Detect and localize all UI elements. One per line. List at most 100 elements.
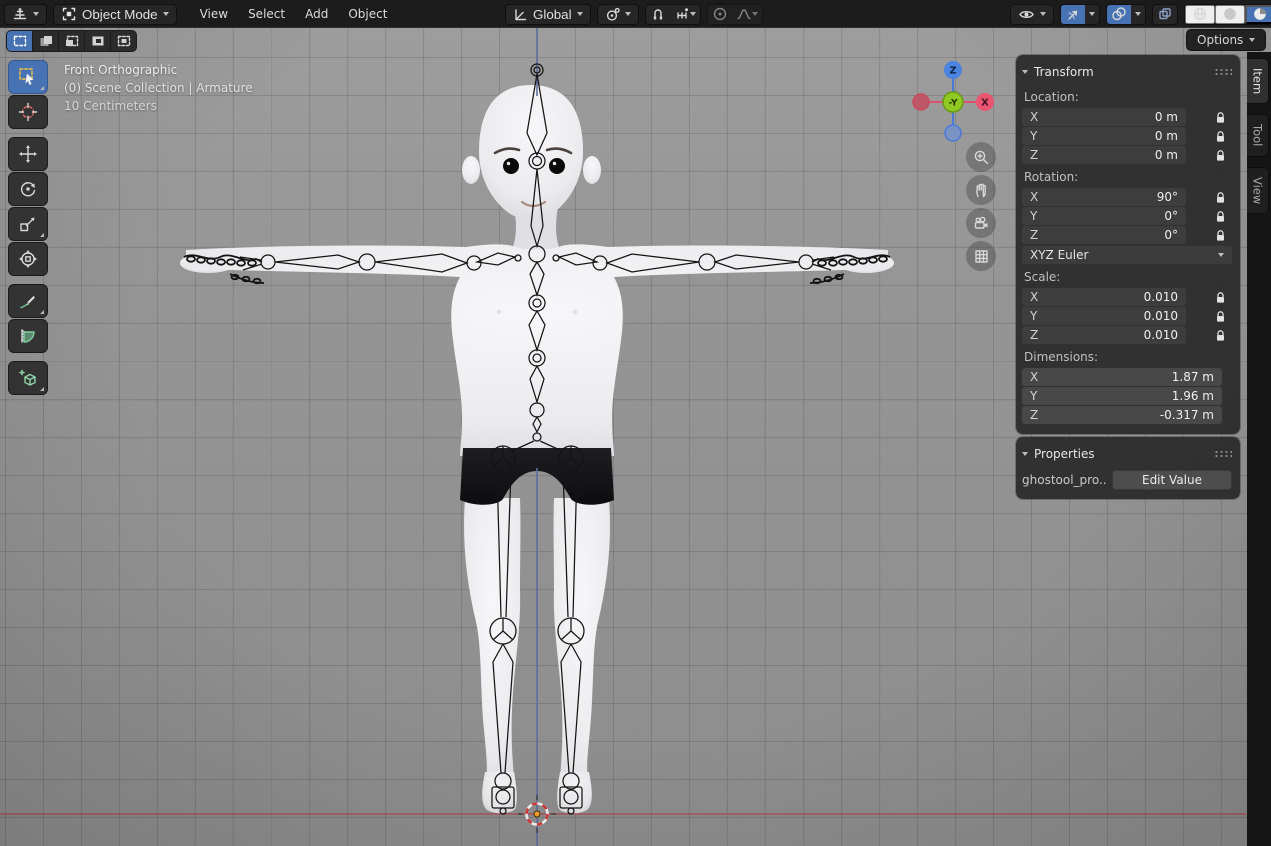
menu-add[interactable]: Add <box>296 4 337 24</box>
snap-settings-dropdown[interactable] <box>670 5 700 24</box>
shading-solid-button[interactable] <box>1215 5 1245 24</box>
pan-button[interactable] <box>966 175 996 205</box>
properties-panel-header[interactable]: Properties <box>1022 442 1232 466</box>
shading-material-button[interactable] <box>1245 5 1271 24</box>
select-set-icon <box>13 35 27 47</box>
rotation-x-field[interactable]: X 90° <box>1022 188 1186 206</box>
tool-add-cube[interactable] <box>8 361 48 395</box>
select-invert-icon <box>91 35 105 47</box>
tab-view[interactable]: View <box>1247 167 1269 214</box>
orientation-label: Global <box>533 7 572 22</box>
show-overlays-toggle[interactable] <box>1107 5 1131 24</box>
proportional-falloff-dropdown[interactable] <box>732 5 762 24</box>
toggle-perspective-button[interactable] <box>966 241 996 271</box>
tool-annotate[interactable] <box>8 284 48 318</box>
dimensions-y-field[interactable]: Y 1.96 m <box>1022 387 1222 405</box>
shading-mode-group <box>1184 4 1271 25</box>
lock-scale-z-button[interactable] <box>1215 329 1226 342</box>
options-dropdown[interactable]: Options <box>1186 29 1266 51</box>
overlays-group <box>1106 4 1146 25</box>
dimensions-x-field[interactable]: X 1.87 m <box>1022 368 1222 386</box>
tool-rotate[interactable] <box>8 172 48 206</box>
lock-scale-y-button[interactable] <box>1215 310 1226 323</box>
menu-view[interactable]: View <box>191 4 237 24</box>
chevron-down-icon <box>625 12 631 16</box>
lock-location-z-button[interactable] <box>1215 149 1226 162</box>
select-mode-set-button[interactable] <box>7 31 32 51</box>
lock-icon <box>1215 191 1226 204</box>
tool-measure[interactable] <box>8 319 48 353</box>
xray-toggle[interactable] <box>1152 4 1178 25</box>
editor-type-button[interactable] <box>4 4 47 25</box>
lock-location-x-button[interactable] <box>1215 111 1226 124</box>
tool-transform[interactable] <box>8 242 48 276</box>
chevron-down-icon <box>690 12 696 16</box>
tool-cursor[interactable] <box>8 95 48 129</box>
location-x-field[interactable]: X 0 m <box>1022 108 1186 126</box>
rotation-x-row: X 90° <box>1022 188 1232 206</box>
lock-scale-x-button[interactable] <box>1215 291 1226 304</box>
rotation-z-field[interactable]: Z 0° <box>1022 226 1186 244</box>
menu-select[interactable]: Select <box>239 4 294 24</box>
lock-rotation-z-button[interactable] <box>1215 229 1226 242</box>
location-z-field[interactable]: Z 0 m <box>1022 146 1186 164</box>
lock-rotation-y-button[interactable] <box>1215 210 1226 223</box>
zoom-button[interactable] <box>966 142 996 172</box>
object-visibility-dropdown[interactable] <box>1010 4 1054 25</box>
dimensions-z-field[interactable]: Z -0.317 m <box>1022 406 1222 424</box>
collapse-chevron-icon <box>1022 452 1028 456</box>
location-y-field[interactable]: Y 0 m <box>1022 127 1186 145</box>
tool-scale[interactable] <box>8 207 48 241</box>
shading-wireframe-button[interactable] <box>1185 5 1215 24</box>
armature-overlay <box>184 64 890 814</box>
blender-window: Front Orthographic (0) Scene Collection … <box>0 0 1271 846</box>
tool-select-box[interactable] <box>8 60 48 94</box>
viewport-3d[interactable]: Front Orthographic (0) Scene Collection … <box>0 0 1271 846</box>
transform-panel-header[interactable]: Transform <box>1022 60 1232 84</box>
chevron-down-icon <box>163 12 169 16</box>
menu-object[interactable]: Object <box>339 4 396 24</box>
proportional-editing-toggle[interactable] <box>708 5 732 24</box>
rotation-y-field[interactable]: Y 0° <box>1022 207 1186 225</box>
select-mode-invert-button[interactable] <box>85 31 110 51</box>
scale-y-field[interactable]: Y 0.010 <box>1022 307 1186 325</box>
select-mode-subtract-button[interactable] <box>59 31 84 51</box>
mode-selector-dropdown[interactable]: Object Mode <box>53 4 177 25</box>
edit-value-button[interactable]: Edit Value <box>1112 470 1232 490</box>
pivot-point-dropdown[interactable] <box>597 4 639 25</box>
gizmo-axis-negx[interactable] <box>913 94 929 110</box>
rotation-mode-dropdown[interactable]: XYZ Euler <box>1022 246 1232 264</box>
character-model <box>180 85 894 813</box>
gizmo-axis-x[interactable]: X <box>976 93 994 111</box>
scale-label: Scale: <box>1024 270 1232 284</box>
gizmo-axis-negz[interactable] <box>945 125 961 141</box>
panel-grip-icon[interactable] <box>1214 68 1232 76</box>
panel-grip-icon[interactable] <box>1214 450 1232 458</box>
lock-rotation-x-button[interactable] <box>1215 191 1226 204</box>
tab-item[interactable]: Item <box>1247 58 1269 104</box>
tool-move[interactable] <box>8 137 48 171</box>
gizmo-axis-z[interactable]: Z <box>944 61 962 79</box>
rotate-icon <box>18 179 38 199</box>
scale-y-row: Y 0.010 <box>1022 307 1232 325</box>
tab-tool[interactable]: Tool <box>1247 114 1269 156</box>
lock-location-y-button[interactable] <box>1215 130 1226 143</box>
camera-view-button[interactable] <box>966 208 996 238</box>
transform-orientation-dropdown[interactable]: Global <box>505 4 591 25</box>
scale-x-field[interactable]: X 0.010 <box>1022 288 1186 306</box>
overlays-settings-dropdown[interactable] <box>1131 5 1145 24</box>
cursor-tool-icon <box>18 102 38 122</box>
measure-icon <box>18 326 38 346</box>
select-mode-intersect-button[interactable] <box>111 31 136 51</box>
active-object-label: (0) Scene Collection | Armature <box>64 79 253 97</box>
move-icon <box>18 144 38 164</box>
snap-toggle[interactable] <box>646 5 670 24</box>
gizmo-settings-dropdown[interactable] <box>1085 5 1099 24</box>
select-mode-extend-button[interactable] <box>33 31 58 51</box>
lock-icon <box>1215 149 1226 162</box>
show-gizmo-toggle[interactable] <box>1061 5 1085 24</box>
navigation-gizmo[interactable]: Z X -Y <box>905 56 1001 152</box>
scale-z-field[interactable]: Z 0.010 <box>1022 326 1186 344</box>
gizmo-axis-negy[interactable]: -Y <box>943 92 963 112</box>
view-name-label: Front Orthographic <box>64 61 253 79</box>
